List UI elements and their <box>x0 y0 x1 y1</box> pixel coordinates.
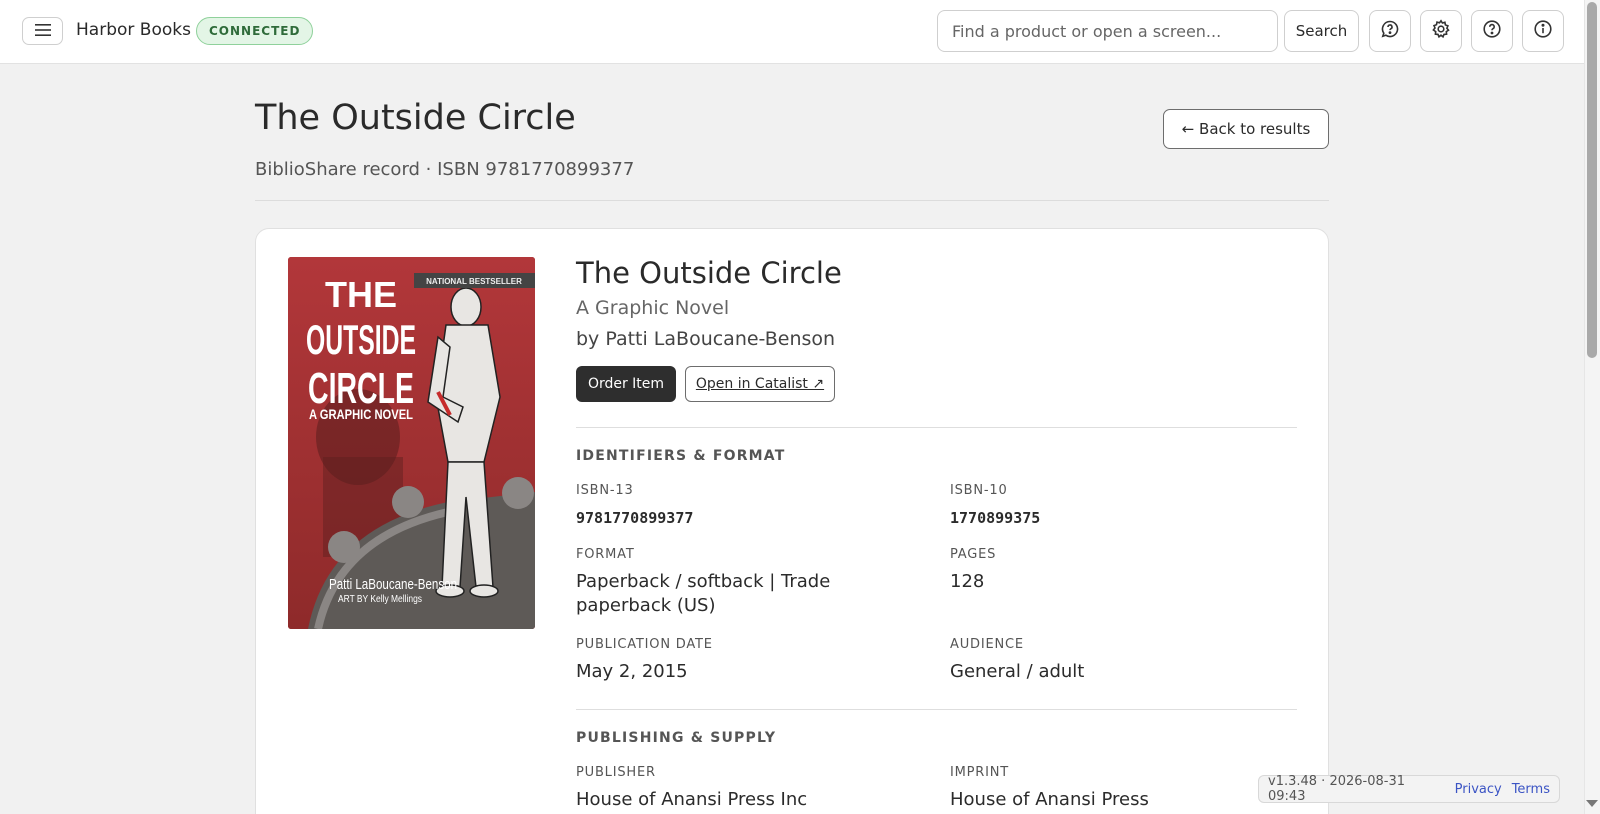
gear-icon <box>1431 19 1451 43</box>
publishing-section-heading: PUBLISHING & SUPPLY <box>576 730 777 746</box>
publication-date-label: PUBLICATION DATE <box>576 637 713 652</box>
scroll-down-icon[interactable] <box>1586 800 1598 807</box>
page-title: The Outside Circle <box>255 98 576 138</box>
info-icon <box>1533 19 1553 43</box>
feedback-button[interactable] <box>1369 10 1411 52</box>
audience-label: AUDIENCE <box>950 637 1024 652</box>
identifiers-section-heading: IDENTIFIERS & FORMAT <box>576 448 786 464</box>
settings-button[interactable] <box>1420 10 1462 52</box>
divider <box>576 427 1297 428</box>
connection-status-badge: CONNECTED <box>196 17 314 45</box>
cover-title-line1: THE <box>325 274 397 315</box>
publication-date-value: May 2, 2015 <box>576 661 688 682</box>
help-icon <box>1482 19 1502 43</box>
order-item-button[interactable]: Order Item <box>576 366 676 402</box>
pages-value: 128 <box>950 571 985 592</box>
cover-subtitle-line: A GRAPHIC NOVEL <box>309 406 413 422</box>
top-bar: Harbor Books CONNECTED Search <box>0 0 1584 64</box>
privacy-link[interactable]: Privacy <box>1455 782 1502 797</box>
publisher-value: House of Anansi Press Inc <box>576 789 808 810</box>
back-to-results-button[interactable]: ← Back to results <box>1163 109 1329 149</box>
version-text: v1.3.48 · 2026-08-31 09:43 <box>1268 774 1405 804</box>
isbn10-value: 1770899375 <box>950 509 1041 527</box>
cover-title-line2: OUTSIDE <box>306 316 416 363</box>
divider <box>255 200 1329 201</box>
cover-banner-text: NATIONAL BESTSELLER <box>426 277 522 286</box>
pages-label: PAGES <box>950 547 997 562</box>
cover-author: Patti LaBoucane-Benson <box>329 576 457 593</box>
terms-link[interactable]: Terms <box>1512 782 1550 797</box>
info-button[interactable] <box>1522 10 1564 52</box>
open-in-catalist-link[interactable]: Open in Catalist ↗ <box>685 366 835 402</box>
cover-art-credit: ART BY Kelly Mellings <box>338 594 422 605</box>
scrollbar-thumb[interactable] <box>1587 2 1597 358</box>
book-author: by Patti LaBoucane-Benson <box>576 328 836 350</box>
audience-value: General / adult <box>950 661 1085 682</box>
footer-version-bar: v1.3.48 · 2026-08-31 09:43 Privacy Terms <box>1258 774 1560 804</box>
format-value: Paperback / softback | Trade paperback (… <box>576 571 831 616</box>
isbn13-value: 9781770899377 <box>576 509 694 527</box>
imprint-value: House of Anansi Press <box>950 789 1149 810</box>
book-title: The Outside Circle <box>576 256 842 290</box>
app-name: Harbor Books <box>76 20 191 40</box>
book-cover-image: NATIONAL BESTSELLER THE OUTSIDE CIRCLE A… <box>288 257 535 629</box>
help-button[interactable] <box>1471 10 1513 52</box>
feedback-icon <box>1380 19 1400 43</box>
isbn10-label: ISBN-10 <box>950 483 1008 498</box>
format-label: FORMAT <box>576 547 635 562</box>
isbn13-label: ISBN-13 <box>576 483 634 498</box>
divider <box>576 709 1297 710</box>
imprint-label: IMPRINT <box>950 765 1010 780</box>
search-button[interactable]: Search <box>1284 10 1359 52</box>
search-input[interactable] <box>937 10 1278 52</box>
publisher-label: PUBLISHER <box>576 765 656 780</box>
book-subtitle: A Graphic Novel <box>576 297 730 319</box>
menu-button[interactable] <box>22 17 63 45</box>
menu-icon <box>34 22 52 41</box>
page-subtitle: BiblioShare record · ISBN 9781770899377 <box>255 159 635 180</box>
